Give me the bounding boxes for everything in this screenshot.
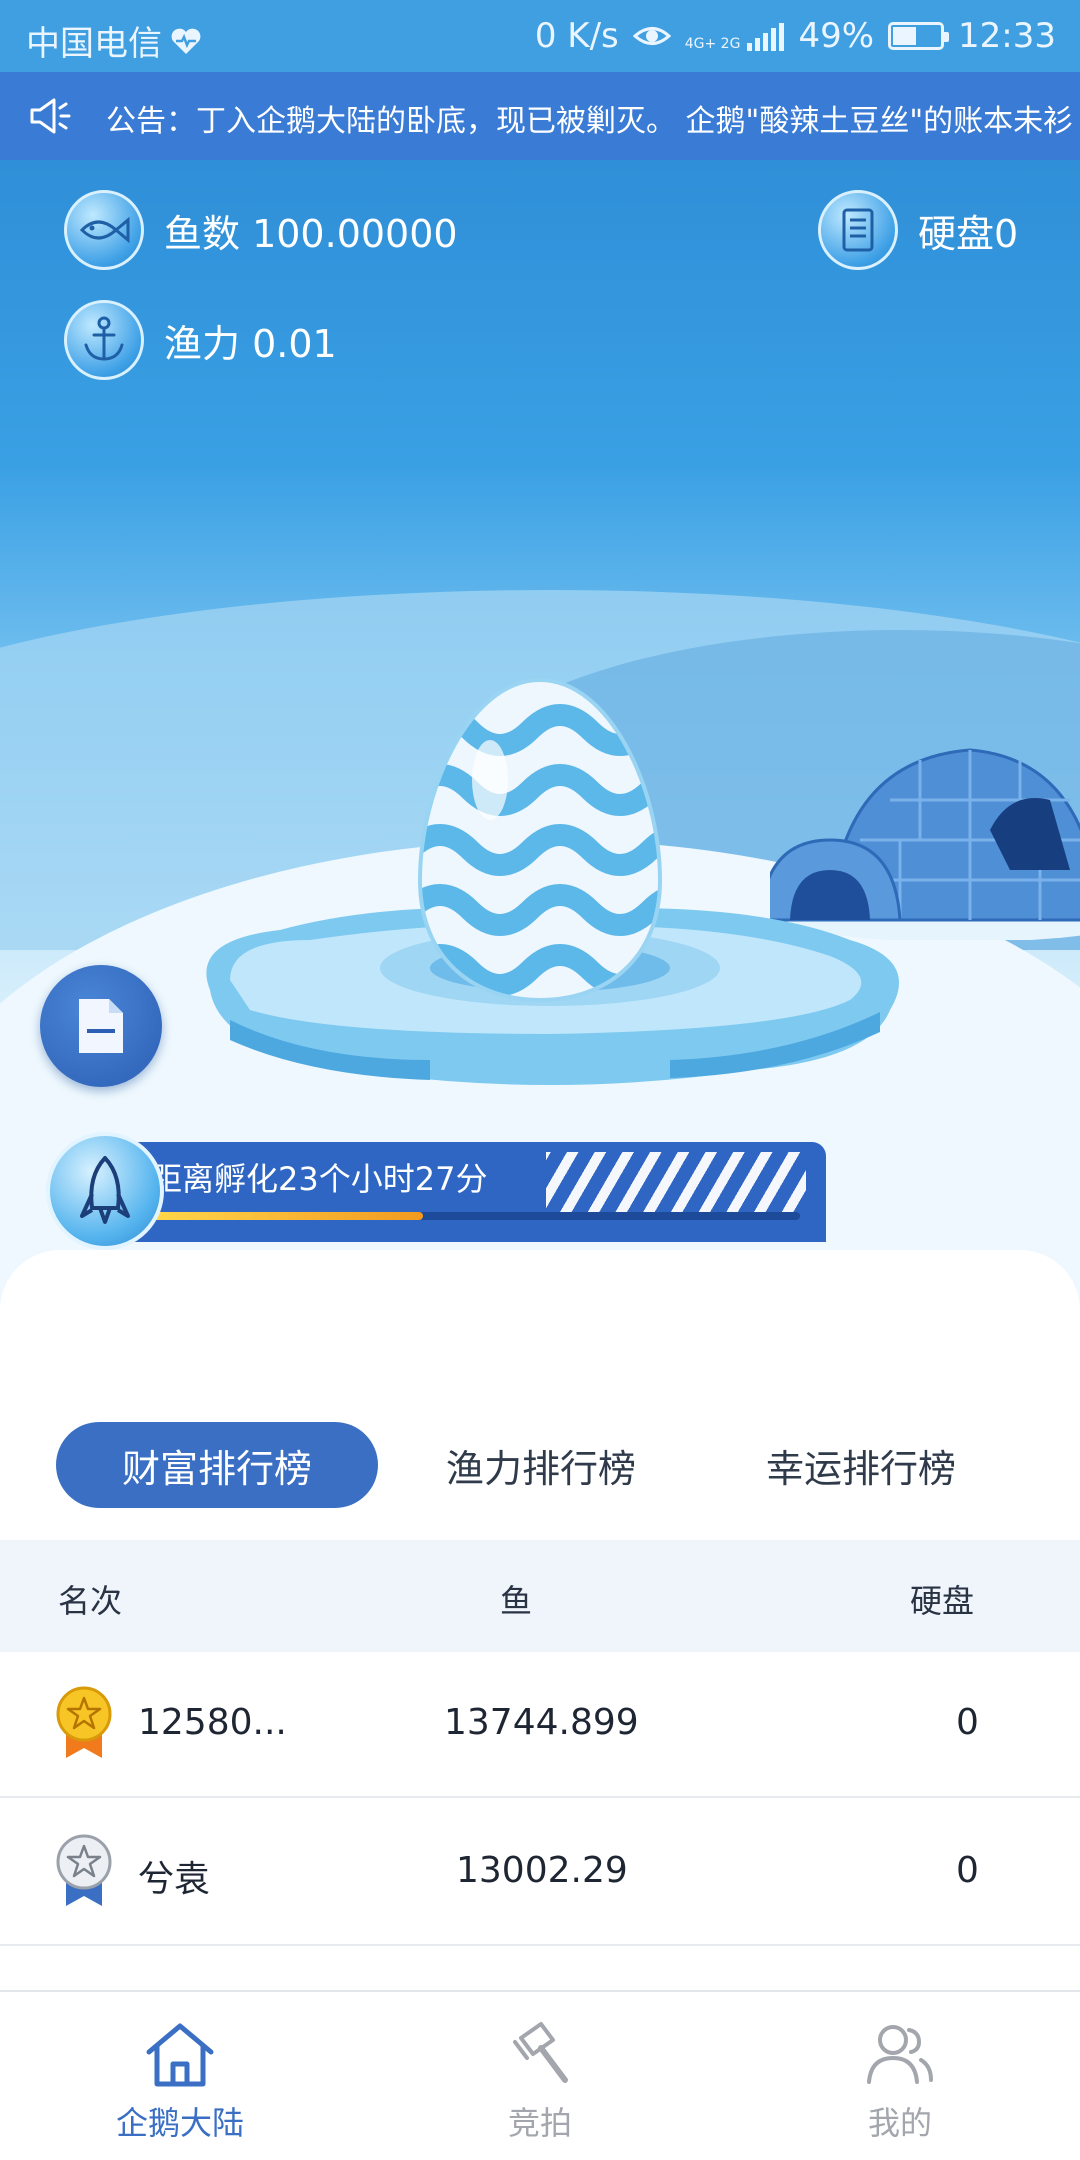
header-rank: 名次 — [58, 1582, 123, 1620]
status-bar: 中国电信 0 K/s 4G+ 2G 49% 12:33 — [0, 0, 1080, 72]
row-disk: 0 — [956, 1850, 979, 1891]
row-name: 12580... — [138, 1702, 287, 1743]
network-speed: 0 K/s — [534, 16, 619, 56]
row-name: 兮袁 — [138, 1859, 211, 1900]
hatch-stripes — [546, 1152, 806, 1218]
disk-count-text: 硬盘0 — [918, 211, 1019, 256]
header-disk: 硬盘 — [910, 1582, 975, 1620]
tab-luck-ranking[interactable]: 幸运排行榜 — [700, 1422, 1022, 1508]
nav-mine-label: 我的 — [867, 2104, 932, 2142]
nav-auction[interactable]: 竞拍 — [440, 2018, 640, 2144]
fish-count-stat[interactable]: 鱼数 100.00000 — [64, 190, 458, 270]
nav-auction-label: 竞拍 — [507, 2104, 572, 2142]
user-icon — [867, 2025, 933, 2084]
battery-percent: 49% — [798, 16, 875, 56]
silver-medal-icon — [56, 1834, 112, 1906]
row-fish: 13002.29 — [456, 1850, 628, 1891]
carrier-group: 中国电信 — [26, 16, 202, 65]
table-row[interactable]: 兮袁 13002.29 0 — [0, 1800, 1080, 1946]
ranking-table-header: 名次 鱼 硬盘 — [0, 1540, 1080, 1652]
notice-text: 公告：丁入企鹅大陆的卧底，现已被剿灭。 企鹅"酸辣土豆丝"的账本未衫 — [106, 104, 1074, 139]
anchor-icon — [64, 300, 144, 380]
network-type: 4G+ 2G — [684, 36, 741, 52]
rules-document-button[interactable] — [40, 965, 162, 1087]
clock: 12:33 — [958, 16, 1056, 56]
row-disk: 0 — [956, 1702, 979, 1743]
bottom-navigation: 企鹅大陆 竞拍 我的 — [0, 1990, 1080, 2160]
document-icon — [79, 999, 123, 1053]
heart-icon — [171, 28, 201, 54]
tab-fishing-power-ranking[interactable]: 渔力排行榜 — [380, 1422, 702, 1508]
eye-icon — [632, 27, 671, 45]
carrier-name: 中国电信 — [26, 24, 162, 64]
fish-count-text: 鱼数 100.00000 — [164, 211, 458, 256]
nav-penguin-continent[interactable]: 企鹅大陆 — [80, 2018, 280, 2144]
egg-display[interactable] — [190, 670, 910, 1090]
nav-mine[interactable]: 我的 — [800, 2018, 1000, 2144]
row-fish: 13744.899 — [444, 1702, 639, 1743]
fish-icon — [64, 190, 144, 270]
status-right: 0 K/s 4G+ 2G 49% 12:33 — [535, 16, 1056, 56]
hatch-status: 距离孵化23个小时27分 — [46, 1132, 826, 1252]
battery-icon — [888, 22, 950, 50]
disk-icon — [818, 190, 898, 270]
signal-icon: 4G+ 2G — [685, 21, 785, 51]
hatch-progress-fill — [150, 1212, 423, 1220]
gavel-icon — [513, 2022, 568, 2083]
fishing-power-text: 渔力 0.01 — [164, 321, 337, 366]
home-icon — [146, 2023, 214, 2087]
nav-home-label: 企鹅大陆 — [115, 2104, 244, 2142]
megaphone-icon — [30, 98, 71, 134]
egg-icon — [417, 677, 663, 1003]
scene-bottom-edge — [0, 1250, 1080, 1380]
game-scene: 鱼数 100.00000 硬盘0 渔力 0.01 距离孵化23个小时27分 — [0, 160, 1080, 1380]
table-row[interactable]: 12580... 13744.899 0 — [0, 1652, 1080, 1798]
header-fish: 鱼 — [500, 1582, 533, 1620]
tab-wealth-ranking[interactable]: 财富排行榜 — [56, 1422, 378, 1508]
hatch-countdown: 距离孵化23个小时27分 — [150, 1160, 488, 1198]
rocket-icon — [46, 1132, 164, 1250]
notice-bar[interactable]: 公告：丁入企鹅大陆的卧底，现已被剿灭。 企鹅"酸辣土豆丝"的账本未衫 — [0, 72, 1080, 160]
disk-stat[interactable]: 硬盘0 — [818, 190, 1018, 270]
fishing-power-stat[interactable]: 渔力 0.01 — [64, 300, 337, 380]
ranking-tabs: 财富排行榜 渔力排行榜 幸运排行榜 — [0, 1412, 1080, 1532]
gold-medal-icon — [56, 1686, 112, 1758]
hatch-progress-bar — [150, 1212, 800, 1220]
